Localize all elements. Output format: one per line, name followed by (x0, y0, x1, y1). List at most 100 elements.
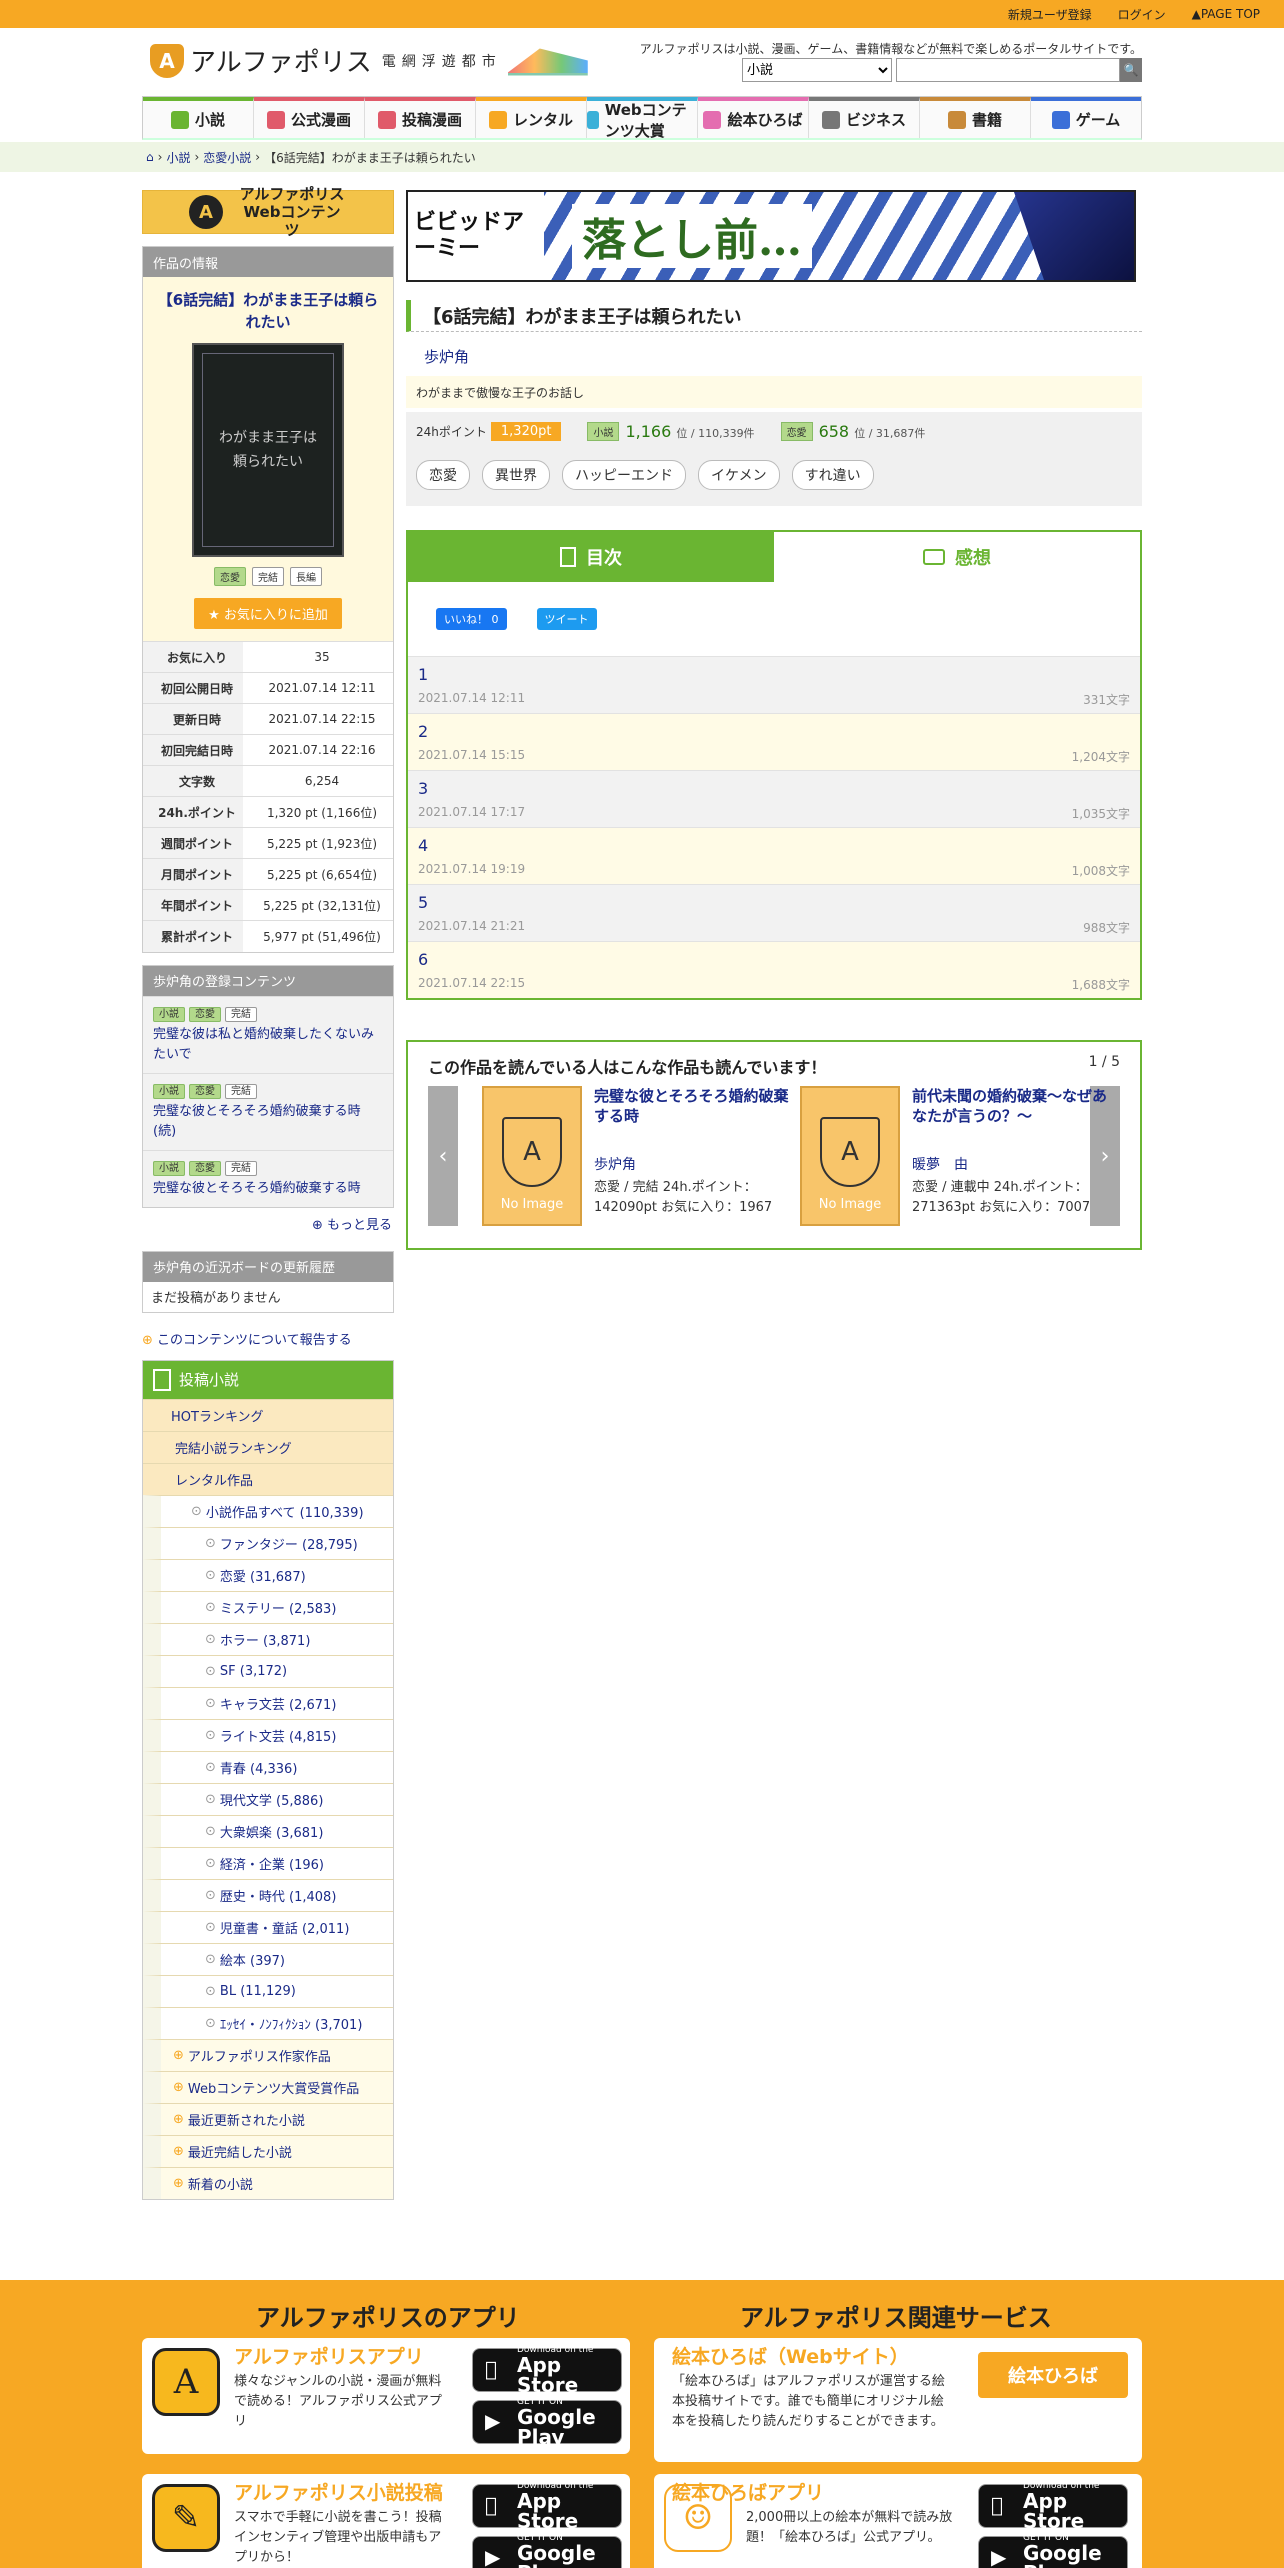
nav-item-2[interactable]: 投稿漫画 (365, 97, 476, 138)
breadcrumb-novel[interactable]: 小説 (166, 149, 190, 166)
app-name[interactable]: アルファポリス小説投稿 (234, 2478, 443, 2505)
search-input[interactable] (896, 58, 1120, 82)
nav-item-4[interactable]: Webコンテンツ大賞 (587, 97, 698, 140)
category-sub-item[interactable]: ⊙ ｴｯｾｲ・ﾉﾝﾌｨｸｼｮﾝ (3,701) (143, 2006, 393, 2039)
breadcrumb-romance[interactable]: 恋愛小説 (203, 149, 251, 166)
googleplay-button[interactable]: ▶GET IT ONGoogle Play (472, 2397, 622, 2447)
work-tag[interactable]: 恋愛 (416, 460, 470, 490)
category-bottom-item[interactable]: ⊕ 新着の小説 (143, 2166, 393, 2199)
app-desc: スマホで手軽に小説を書こう！投稿インセンティブ管理や出版申請もアプリから！ (234, 2510, 442, 2565)
episode-number[interactable]: 1 (418, 665, 428, 684)
appstore-button[interactable]: Download on theApp Store (472, 2481, 622, 2531)
episode-row[interactable]: 4 2021.07.14 19:19 1,008文字 (408, 827, 1140, 884)
appstore-button[interactable]: Download on theApp Store (472, 2345, 622, 2395)
category-top-item[interactable]: 完結小説ランキング (143, 1430, 393, 1463)
nav-item-0[interactable]: 小説 (143, 97, 254, 138)
register-link[interactable]: 新規ユーザ登録 (1008, 6, 1092, 23)
episode-row[interactable]: 6 2021.07.14 22:15 1,688文字 (408, 941, 1140, 998)
category-bottom-item[interactable]: ⊕ 最近更新された小説 (143, 2102, 393, 2135)
site-header: A アルファポリス 電網浮遊都市 アルファポリスは小説、漫画、ゲーム、書籍情報な… (0, 28, 1284, 94)
nav-item-5[interactable]: 絵本ひろば (698, 97, 809, 138)
reco-prev-button[interactable]: ‹ (428, 1086, 458, 1226)
category-top-item[interactable]: レンタル作品 (143, 1462, 393, 1495)
category-sub-item[interactable]: ⊙ 大衆娯楽 (3,681) (143, 1814, 393, 1847)
ad-banner[interactable]: ビビッドアーミー 落とし前… (406, 190, 1136, 282)
webcontents-banner[interactable]: A アルファポリス Webコンテンツ (142, 185, 394, 239)
ehon-button[interactable]: 絵本ひろば (978, 2352, 1128, 2398)
category-bottom-item[interactable]: ⊕ 最近完結した小説 (143, 2134, 393, 2167)
cover-image[interactable]: わがまま王子は頼られたい (192, 343, 344, 557)
author-link[interactable]: 歩炉角 (424, 346, 469, 367)
genre-tag[interactable]: 恋愛 (214, 567, 246, 586)
service-name[interactable]: 絵本ひろば（Webサイト） (672, 2342, 909, 2369)
googleplay-button[interactable]: ▶GET IT ONGoogle Play (978, 2533, 1128, 2568)
report-link[interactable]: ⊕ このコンテンツについて報告する (142, 1329, 394, 1348)
category-top-item[interactable]: HOTランキング (143, 1398, 393, 1431)
category-sub-item[interactable]: ⊙ 経済・企業 (196) (143, 1846, 393, 1879)
work-title[interactable]: 【6話完結】わがまま王子は頼られたい (143, 289, 393, 333)
category-bottom-item[interactable]: ⊕ アルファポリス作家作品 (143, 2038, 393, 2071)
episode-row[interactable]: 5 2021.07.14 21:21 988文字 (408, 884, 1140, 941)
category-sub-item[interactable]: ⊙ SF (3,172) (143, 1654, 393, 1687)
category-sub-item[interactable]: ⊙ ファンタジー (28,795) (143, 1526, 393, 1559)
reco-card[interactable]: A No Image 完璧な彼とそろそろ婚約破棄する時 歩炉角 恋愛 / 完結 24h.… (482, 1086, 792, 1236)
tab-comments[interactable]: 感想 (774, 532, 1140, 582)
reco-title-link[interactable]: 完璧な彼とそろそろ婚約破棄する時 (594, 1086, 794, 1126)
work-tag-list: 恋愛 異世界 ハッピーエンド イケメン すれ違い (406, 460, 1142, 490)
category-all[interactable]: ⊙ 小説作品すべて (110,339) (143, 1494, 393, 1527)
category-sub-item[interactable]: ⊙ ホラー (3,871) (143, 1622, 393, 1655)
work-tag[interactable]: ハッピーエンド (562, 460, 686, 490)
nav-item-3[interactable]: レンタル (476, 97, 587, 138)
page-top-link[interactable]: ▲PAGE TOP (1192, 7, 1260, 21)
category-sub-item[interactable]: ⊙ ミステリー (2,583) (143, 1590, 393, 1623)
category-sub-item[interactable]: ⊙ 青春 (4,336) (143, 1750, 393, 1783)
episode-number[interactable]: 6 (418, 950, 428, 969)
episode-number[interactable]: 4 (418, 836, 428, 855)
category-bottom-item[interactable]: ⊕ Webコンテンツ大賞受賞作品 (143, 2070, 393, 2103)
work-tag[interactable]: イケメン (698, 460, 780, 490)
episode-row[interactable]: 2 2021.07.14 15:15 1,204文字 (408, 713, 1140, 770)
add-favorite-button[interactable]: ★ お気に入りに追加 (194, 598, 342, 629)
login-link[interactable]: ログイン (1118, 6, 1166, 23)
genre-tag[interactable]: 完結 (252, 567, 284, 586)
category-sub-item[interactable]: ⊙ 絵本 (397) (143, 1942, 393, 1975)
reco-title-link[interactable]: 前代未聞の婚約破棄～なぜあなたが言うの？～ (912, 1086, 1112, 1126)
category-sub-item[interactable]: ⊙ キャラ文芸 (2,671) (143, 1686, 393, 1719)
category-sub-item[interactable]: ⊙ BL (11,129) (143, 1974, 393, 2007)
reco-author-link[interactable]: 暖夢 由 (912, 1154, 968, 1174)
appstore-button[interactable]: Download on theApp Store (978, 2481, 1128, 2531)
googleplay-button[interactable]: ▶GET IT ONGoogle Play (472, 2533, 622, 2568)
episode-row[interactable]: 3 2021.07.14 17:17 1,035文字 (408, 770, 1140, 827)
app-name[interactable]: アルファポリスアプリ (234, 2342, 424, 2369)
category-sub-item[interactable]: ⊙ 現代文学 (5,886) (143, 1782, 393, 1815)
site-logo[interactable]: A アルファポリス 電網浮遊都市 (150, 42, 588, 79)
episode-number[interactable]: 2 (418, 722, 428, 741)
episode-number[interactable]: 3 (418, 779, 428, 798)
facebook-like-button[interactable]: いいね！ 0 (436, 608, 507, 630)
work-tag[interactable]: すれ違い (791, 460, 874, 490)
nav-item-6[interactable]: ビジネス (809, 97, 920, 138)
related-title-link[interactable]: 完璧な彼は私と婚約破棄したくないみたいで (153, 1025, 383, 1065)
episode-number[interactable]: 5 (418, 893, 428, 912)
episode-row[interactable]: 1 2021.07.14 12:11 331文字 (408, 656, 1140, 713)
category-sub-item[interactable]: ⊙ 児童書・童話 (2,011) (143, 1910, 393, 1943)
home-icon[interactable]: ⌂ (146, 150, 154, 164)
category-sub-item[interactable]: ⊙ 恋愛 (31,687) (143, 1558, 393, 1591)
tab-toc[interactable]: 目次 (408, 532, 774, 582)
reco-author-link[interactable]: 歩炉角 (594, 1154, 636, 1174)
nav-item-7[interactable]: 書籍 (920, 97, 1031, 138)
service-name[interactable]: 絵本ひろばアプリ (672, 2478, 824, 2505)
nav-item-8[interactable]: ゲーム (1031, 97, 1141, 138)
search-category-select[interactable]: 小説 (742, 58, 892, 82)
nav-item-1[interactable]: 公式漫画 (254, 97, 365, 138)
search-button[interactable]: 🔍 (1120, 58, 1142, 82)
genre-tag[interactable]: 長編 (290, 567, 322, 586)
category-sub-item[interactable]: ⊙ ライト文芸 (4,815) (143, 1718, 393, 1751)
category-sub-item[interactable]: ⊙ 歴史・時代 (1,408) (143, 1878, 393, 1911)
more-link[interactable]: ⊕ もっと見る (142, 1208, 394, 1239)
work-tag[interactable]: 異世界 (482, 460, 550, 490)
related-title-link[interactable]: 完璧な彼とそろそろ婚約破棄する時(続) (153, 1102, 383, 1142)
related-title-link[interactable]: 完璧な彼とそろそろ婚約破棄する時 (153, 1179, 383, 1199)
tweet-button[interactable]: ツイート (536, 608, 597, 630)
reco-card[interactable]: A No Image 前代未聞の婚約破棄～なぜあなたが言うの？～ 暖夢 由恋愛 / 連… (800, 1086, 1110, 1236)
